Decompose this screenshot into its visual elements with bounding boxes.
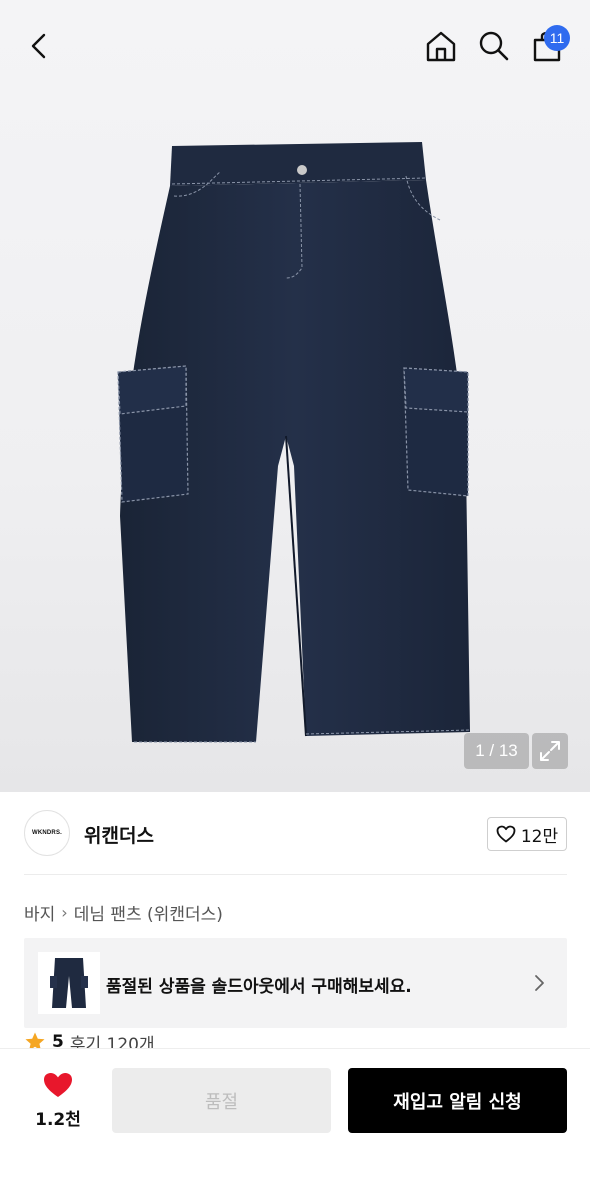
heart-outline-icon [496,825,516,843]
wishlist-button[interactable]: 1.2천 [30,1071,86,1133]
brand-like-button[interactable]: 12만 [487,817,567,851]
home-button[interactable] [420,26,462,66]
brand-name[interactable]: 위캔더스 [84,821,154,848]
soldout-market-banner[interactable]: 품절된 상품을 솔드아웃에서 구매해보세요. [24,938,567,1028]
divider [24,874,567,875]
home-icon [426,31,456,62]
bottom-action-bar: 1.2천 품절 재입고 알림 신청 [0,1048,590,1200]
product-image-gallery[interactable] [0,0,590,792]
brand-logo[interactable]: WKNDRS. [24,810,70,856]
brand-row: WKNDRS. 위캔더스 12만 [0,792,590,874]
brand-like-count: 12만 [520,826,559,847]
breadcrumb-category[interactable]: 바지 [24,900,55,925]
wishlist-count: 1.2천 [35,1110,81,1130]
banner-text: 품절된 상품을 솔드아웃에서 구매해보세요. [106,977,412,997]
heart-filled-icon [44,1073,72,1097]
restock-alert-button[interactable]: 재입고 알림 신청 [348,1068,567,1133]
breadcrumb-product[interactable]: 데님 팬츠 (위캔더스) [74,900,223,925]
image-counter: 1 / 13 [464,733,529,769]
expand-icon [540,741,560,761]
search-button[interactable] [474,26,514,66]
soldout-button[interactable]: 품절 [112,1068,331,1133]
product-image[interactable] [110,136,480,756]
breadcrumb: 바지 › 데님 팬츠 (위캔더스) [24,900,223,925]
back-button[interactable] [20,26,60,66]
jeans-thumbnail-icon [50,958,88,1008]
back-icon [31,33,46,59]
brand-logo-text: WKNDRS. [31,830,63,836]
chevron-right-icon [535,975,544,991]
chevron-right-icon: › [61,903,68,922]
search-icon [479,31,509,61]
expand-image-button[interactable] [532,733,568,769]
top-navigation-bar: 11 [0,0,590,92]
banner-product-thumbnail [38,952,100,1014]
cart-count-badge: 11 [544,25,570,51]
